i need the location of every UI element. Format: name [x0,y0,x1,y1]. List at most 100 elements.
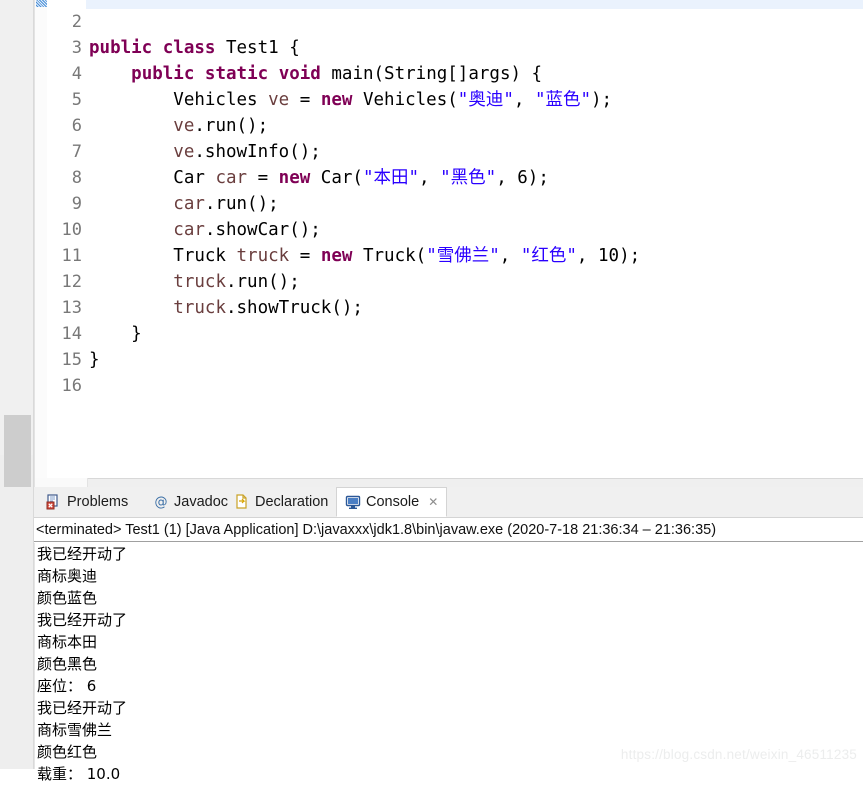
line-number: 7 [47,139,85,165]
code-line[interactable] [86,0,863,9]
code-token: } [89,324,142,344]
code-token: car [173,220,205,240]
line-number: 16 [47,373,85,399]
javadoc-icon: @ [153,494,169,510]
line-number-label: 8 [71,168,82,188]
declaration-icon [234,494,250,510]
code-line[interactable]: ve.run(); [86,113,863,139]
line-number-label: 15 [61,350,82,370]
code-token: = [289,246,321,266]
console-icon [345,494,361,510]
line-number: 5 [47,87,85,113]
line-number-label: 4 [71,64,82,84]
code-token: class [162,38,216,58]
code-token: "奥迪" [457,90,514,110]
code-token: public [131,64,195,84]
console-output-line: 商标雪佛兰 [37,721,113,739]
code-token: Vehicles( [352,90,458,110]
line-number-label: 11 [61,246,82,266]
code-token: .showTruck(); [225,298,363,318]
code-token: car [215,168,248,188]
code-token: "黑色" [440,168,497,188]
terminated-process-label: <terminated> Test1 (1) [Java Application… [34,518,863,542]
console-output-line: 颜色蓝色 [37,589,98,607]
code-token: Car( [310,168,363,188]
editor-vertical-scrollbar[interactable] [0,0,33,487]
line-number: 8 [47,165,85,191]
console-output-line: 商标奥迪 [37,567,98,585]
code-token: new [320,246,353,266]
svg-text:@: @ [155,495,168,510]
line-number: 3 [47,35,85,61]
editor-scrollbar-thumb[interactable] [4,415,31,487]
code-line[interactable]: truck.run(); [86,269,863,295]
line-number: 9 [47,191,85,217]
code-text-area[interactable]: public class Test1 { public static void … [86,0,863,478]
code-line[interactable]: truck.showTruck(); [86,295,863,321]
code-line[interactable]: } [86,321,863,347]
code-line[interactable]: ve.showInfo(); [86,139,863,165]
tab-console[interactable]: Console ✕ [336,487,448,517]
console-panel: Problems @ Javadoc Declaration Console ✕ <ter… [0,487,863,783]
code-token: Vehicles [89,90,269,110]
line-number: 11 [47,243,85,269]
editor-left-margin [0,0,34,487]
line-number-label: 9 [71,194,82,214]
code-token: ); [591,90,613,110]
code-token: "蓝色" [534,90,592,110]
console-output[interactable]: 我已经开动了 商标奥迪 颜色蓝色 我已经开动了 商标本田 颜色黑色 座位： 6 我已经开动了商… [34,543,863,783]
code-line[interactable]: Truck truck = new Truck("雪佛兰", "红色", 10)… [86,243,863,269]
code-token: main(String[]args) { [320,64,543,84]
tab-declaration[interactable]: Declaration [226,487,336,517]
line-number-label: 13 [61,298,82,318]
line-number-gutter[interactable]: 2 3 4⊖ 5 6 7 8 9 10 11 12 13 14 15 16 [47,0,95,478]
code-token: car [173,194,205,214]
code-token: Truck( [352,246,427,266]
code-line[interactable]: car.showCar(); [86,217,863,243]
code-token: public [89,38,153,58]
change-marker-icon [36,0,47,7]
code-line[interactable]: car.run(); [86,191,863,217]
line-number-label: 2 [71,12,82,32]
line-number-label: 10 [61,220,82,240]
code-token: new [278,168,311,188]
tab-label: Problems [67,494,129,510]
code-token: .run(); [225,272,300,292]
code-line[interactable] [86,373,863,399]
annotation-ruler[interactable] [34,0,48,478]
close-icon[interactable]: ✕ [428,495,438,509]
line-number-label: 5 [71,90,82,110]
code-line[interactable]: } [86,347,863,373]
code-token: Car [89,168,216,188]
console-output-line: 载重： 10.0 [37,765,121,783]
tab-problems[interactable]: Problems [38,487,136,517]
code-line[interactable]: public static void main(String[]args) { [86,61,863,87]
code-line[interactable]: Car car = new Car("本田", "黑色", 6); [86,165,863,191]
line-number: 13 [47,295,85,321]
code-token: , [513,90,535,110]
line-number: 15 [47,347,85,373]
tab-javadoc[interactable]: @ Javadoc [145,487,236,517]
code-token: Truck [89,246,237,266]
code-token: "雪佛兰" [426,246,500,266]
code-token: ve [173,116,195,136]
code-token: truck [173,272,226,292]
code-token: ve [173,142,195,162]
console-output-line: 我已经开动了 [37,699,128,717]
code-line[interactable]: public class Test1 { [86,35,863,61]
problems-icon [46,494,62,510]
code-token: .showInfo(); [194,142,321,162]
line-number [47,0,85,9]
code-token: truck [173,298,226,318]
code-token: , [499,246,521,266]
code-line[interactable]: Vehicles ve = new Vehicles("奥迪", "蓝色"); [86,87,863,113]
code-line[interactable] [86,9,863,35]
code-editor[interactable]: 2 3 4⊖ 5 6 7 8 9 10 11 12 13 14 15 16 public class Tes… [0,0,863,503]
